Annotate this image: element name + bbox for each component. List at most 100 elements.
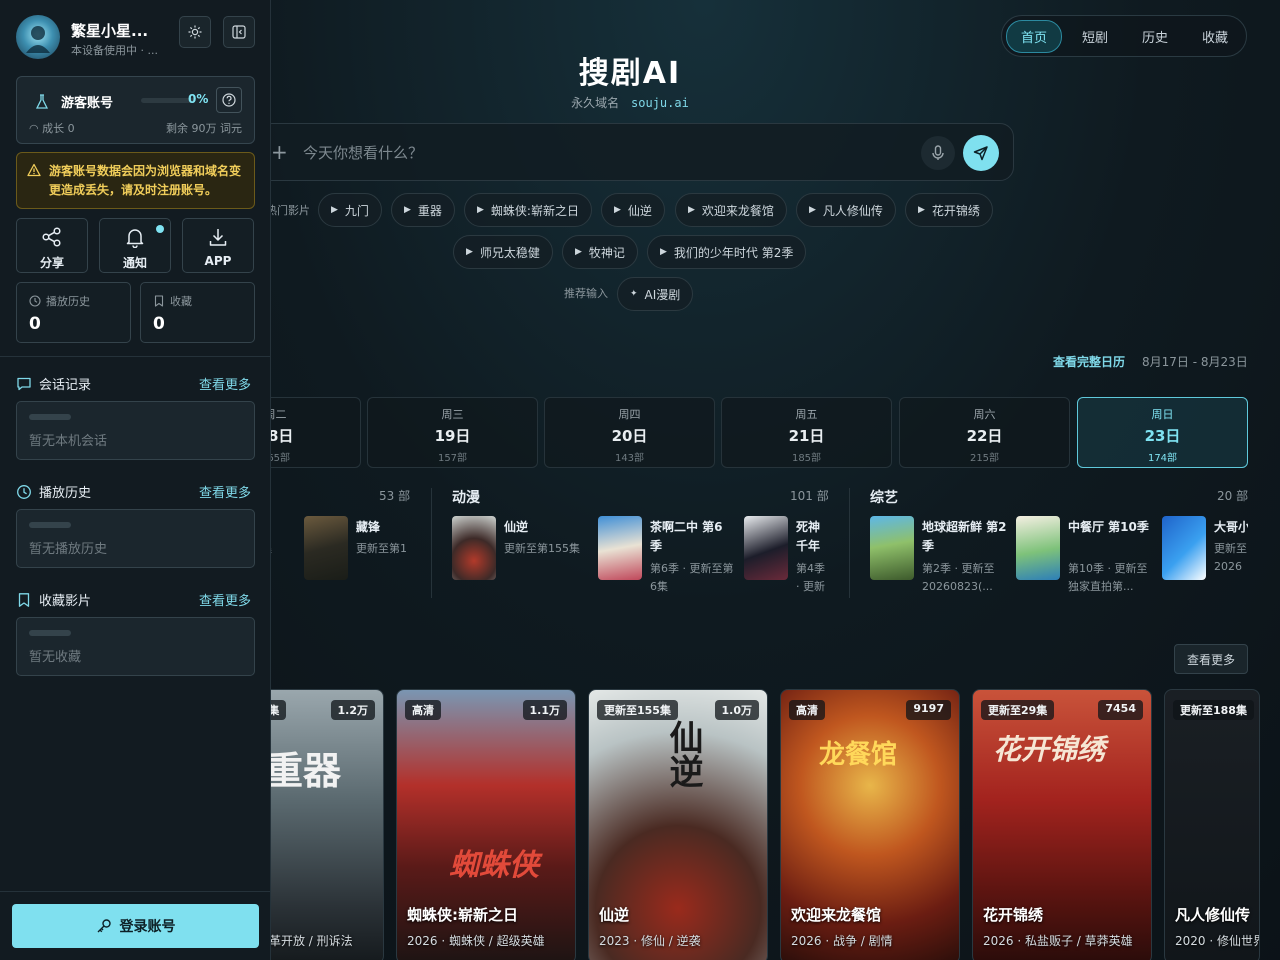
sessions-more-link[interactable]: 查看更多 [199,374,251,393]
mini-item[interactable]: 地球超新鲜 第2季 第2季 · 更新至20260823(... [870,516,1010,596]
ai-comic-chip[interactable]: ✦ AI漫剧 [617,277,694,311]
notification-button[interactable]: 通知 [99,218,171,273]
item-name: 藏锋 [356,520,381,534]
day-count: 215部 [969,453,1000,464]
item-name: 地球超新鲜 第2季 [922,520,1007,553]
chip-label: 重器 [417,203,442,218]
send-button[interactable] [963,135,999,171]
nav-favorites[interactable]: 收藏 [1188,21,1242,52]
mini-item[interactable]: 茶啊二中 第6季 第6季 · 更新至第6集 [598,516,738,596]
plus-icon[interactable]: + [271,140,288,164]
stat-value: 0 [29,314,41,334]
guest-warning: 游客账号数据会因为浏览器和域名变更造成丢失，请及时注册账号。 [16,152,255,209]
poster-art-title: 龙餐馆 [819,740,898,770]
play-icon: ▶ [477,205,484,215]
full-calendar-link[interactable]: 查看完整日历 [1053,353,1125,370]
hot-chip[interactable]: ▶ 欢迎来龙餐馆 [675,193,787,227]
hot-chip[interactable]: ▶ 重器 [391,193,455,227]
hot-chip[interactable]: ▶ 师兄太稳健 [453,235,553,269]
app-download-button[interactable]: APP [182,218,254,273]
microphone-icon[interactable] [921,136,955,170]
notification-dot [156,225,164,233]
avatar[interactable] [16,15,60,59]
stat-play-history[interactable]: 播放历史 0 [16,282,131,343]
calendar-day[interactable]: 周三 19日 157部 [367,397,538,468]
view-more-button[interactable]: 查看更多 [1174,644,1248,674]
empty-text: 暂无收藏 [29,650,82,665]
share-button[interactable]: 分享 [16,218,88,273]
sidebar-divider [0,356,271,357]
item-name: 死神 千年血战篇 -祸 [796,520,821,553]
hot-chip[interactable]: ▶ 花开锦绣 [905,193,993,227]
hot-chip[interactable]: ▶ 牧神记 [562,235,638,269]
guest-growth: ◠ 成长 0 [29,120,75,136]
nav-short-drama[interactable]: 短剧 [1068,21,1122,52]
sessions-title: 会话记录 [16,374,91,393]
section-title-text: 播放历史 [39,486,92,501]
calendar-day[interactable]: 周五 21日 185部 [721,397,892,468]
play-icon: ▶ [809,205,816,215]
help-button[interactable] [216,87,242,113]
hot-chip[interactable]: ▶ 我们的少年时代 第2季 [647,235,807,269]
calendar-day[interactable]: 周四 20日 143部 [544,397,715,468]
day-date: 22日 [966,427,1003,445]
item-desc: 更新至第155集 [504,542,580,555]
app-label: APP [204,254,232,268]
user-subtitle: 本设备使用中 · ... [71,44,158,57]
play-icon: ▶ [660,247,667,257]
stat-favorites[interactable]: 收藏 0 [140,282,255,343]
stat-value: 0 [153,314,165,334]
hot-chip[interactable]: ▶ 蜘蛛侠:崭新之日 [464,193,592,227]
stat-label: 播放历史 [46,295,90,308]
poster-card[interactable]: 花开锦绣 更新至29集 7454 花开锦绣 2026 · 私盐贩子 / 草莽英雄 [972,689,1152,960]
login-button[interactable]: 登录账号 [12,904,259,948]
poster-card[interactable]: 龙餐馆 高清 9197 欢迎来龙餐馆 2026 · 战争 / 剧情 [780,689,960,960]
history-more-link[interactable]: 查看更多 [199,482,251,501]
skeleton-line [29,522,71,528]
calendar-day-selected[interactable]: 周日 23日 174部 [1077,397,1248,468]
search-box[interactable]: + 今天你想看什么？ [258,123,1014,181]
item-name: 茶啊二中 第6季 [650,520,723,553]
login-label: 登录账号 [119,919,176,935]
theme-toggle-button[interactable] [179,16,211,48]
clock-icon [29,295,41,307]
hot-chip[interactable]: ▶ 仙逆 [601,193,665,227]
nav-history[interactable]: 历史 [1128,21,1182,52]
mini-item[interactable]: 仙逆 更新至第155集 [452,516,592,596]
mini-item[interactable]: 中餐厅 第10季 第10季 · 更新至独家直拍第... [1016,516,1156,596]
flask-icon [35,94,49,109]
mini-item[interactable]: 藏锋 更新至第1 [304,516,424,596]
day-count: 185部 [791,453,822,464]
sun-icon [188,25,202,39]
section-title-text: 收藏影片 [39,594,92,609]
day-date: 19日 [434,427,471,445]
domain-value: souju.ai [631,96,689,110]
thumbnail [304,516,348,580]
poster-card[interactable]: 蜘蛛侠 高清 1.1万 蜘蛛侠:崭新之日 2026 · 蜘蛛侠 / 超级英雄 [396,689,576,960]
calendar-day[interactable]: 周六 22日 215部 [899,397,1070,468]
day-weekday: 周三 [441,408,464,421]
poster-card[interactable]: 更新至188集 凡人修仙传 2020 · 修仙世界 [1164,689,1260,960]
poster-card[interactable]: 仙逆 更新至155集 1.0万 仙逆 2023 · 修仙 / 逆袭 [588,689,768,960]
hot-chip[interactable]: ▶ 九门 [318,193,382,227]
recommend-label: 推荐输入 [564,287,608,300]
poster-title: 仙逆 [599,906,630,924]
poster-meta: 2023 · 修仙 / 逆袭 [599,934,701,948]
favorites-title: 收藏影片 [16,590,91,609]
section-divider [431,488,432,598]
collapse-sidebar-button[interactable] [223,16,255,48]
search-input[interactable]: 今天你想看什么？ [303,142,423,163]
poster-meta: 2026 · 私盐贩子 / 草莽英雄 [983,934,1133,948]
warning-text: 游客账号数据会因为浏览器和域名变更造成丢失，请及时注册账号。 [49,164,242,197]
chip-label: 我们的少年时代 第2季 [673,245,794,260]
mini-item[interactable]: 死神 千年血战篇 -祸 第4季 · 更新至第5集 [744,516,834,596]
day-weekday: 周五 [795,408,818,421]
favorites-more-link[interactable]: 查看更多 [199,590,251,609]
empty-text: 暂无播放历史 [29,542,108,557]
hot-chip[interactable]: ▶ 凡人修仙传 [796,193,896,227]
poster-meta: 2020 · 修仙世界 [1175,934,1260,948]
guest-account-card[interactable]: 游客账号 0% ◠ 成长 0 剩余 90万 词元 [16,76,255,144]
mini-item[interactable]: 大哥小 更新至2026 [1162,516,1248,596]
poster-title: 凡人修仙传 [1175,906,1251,924]
bookmark-icon [154,295,164,307]
